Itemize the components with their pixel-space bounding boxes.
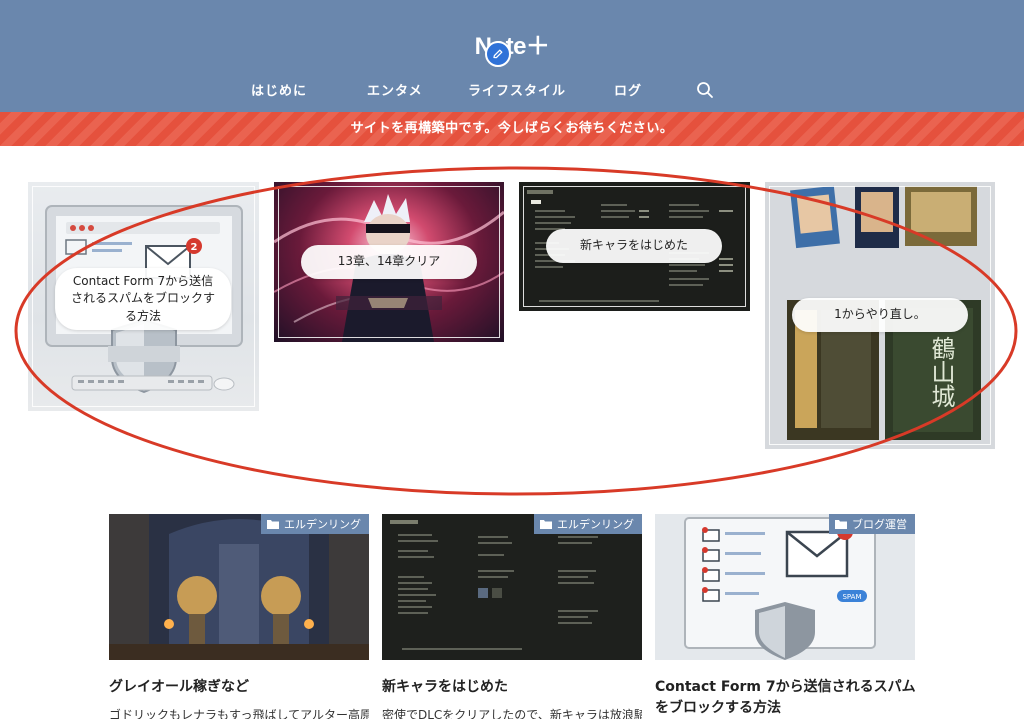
category-label: ブログ運営 (852, 518, 907, 531)
featured-label: 13章、14章クリア (301, 245, 477, 279)
nav-item-log[interactable]: ログ (614, 80, 642, 99)
nav-item-entame[interactable]: エンタメ (367, 80, 423, 99)
notice-bar: サイトを再構築中です。今しばらくお待ちください。 (0, 112, 1024, 146)
post-excerpt: 密使でDLCをクリアしたので、新キャラは放浪騎 (382, 708, 642, 719)
featured-post-new-character[interactable]: 新キャラをはじめた (519, 182, 750, 311)
featured-post-restart[interactable]: 鶴山城 1からやり直し。 (765, 182, 995, 449)
featured-label: 新キャラをはじめた (546, 229, 722, 263)
castle-title: 鶴山城 (927, 336, 955, 408)
post-card-grayoll[interactable]: エルデンリング グレイオール稼ぎなど ゴドリックもレナラもすっ飛ばしてアルター高… (109, 514, 369, 719)
notification-count: 2 (191, 242, 198, 253)
post-title[interactable]: グレイオール稼ぎなど (109, 677, 379, 698)
featured-post-chapter-13-14[interactable]: 13章、14章クリア (274, 182, 504, 342)
post-thumbnail[interactable]: SPAM ブログ運営 (655, 514, 915, 660)
post-title[interactable]: 新キャラをはじめた (382, 677, 652, 698)
featured-label: Contact Form 7から送信されるスパムをブロックする方法 (55, 268, 231, 330)
game-status-image (382, 514, 642, 660)
folder-icon (267, 520, 279, 529)
category-badge[interactable]: エルデンリング (534, 514, 642, 534)
post-title[interactable]: Contact Form 7から送信されるスパムをブロックする方法 (655, 677, 925, 719)
folder-icon (540, 520, 552, 529)
nav-item-hajimeni[interactable]: はじめに (251, 80, 307, 99)
category-label: エルデンリング (284, 518, 361, 531)
category-badge[interactable]: ブログ運営 (829, 514, 915, 534)
main-nav: はじめに エンタメ ライフスタイル ログ (0, 80, 1024, 102)
nav-item-lifestyle[interactable]: ライフスタイル (468, 80, 566, 99)
featured-label: 1からやり直し。 (792, 298, 968, 332)
category-badge[interactable]: エルデンリング (261, 514, 369, 534)
elden-ring-dungeon-image (109, 514, 369, 660)
category-label: エルデンリング (557, 518, 634, 531)
featured-post-contact-form[interactable]: 2 Contact Form 7から送信されるスパムをブロックする方法 (28, 182, 259, 411)
site-logo[interactable]: Note＋ (0, 26, 1024, 61)
folder-icon (835, 520, 847, 529)
post-card-new-character[interactable]: エルデンリング 新キャラをはじめた 密使でDLCをクリアしたので、新キャラは放浪… (382, 514, 642, 719)
pencil-icon[interactable] (485, 41, 511, 67)
post-thumbnail[interactable]: エルデンリング (109, 514, 369, 660)
post-card-contact-form[interactable]: SPAM ブログ運営 Contact Form 7から送信されるスパムをブロック… (655, 514, 916, 716)
search-icon[interactable] (696, 81, 714, 99)
site-header: Note＋ はじめに エンタメ ライフスタイル ログ (0, 0, 1024, 112)
spam-tag: SPAM (842, 593, 861, 601)
spam-mail-image: SPAM (655, 514, 915, 660)
post-excerpt: ゴドリックもレナラもすっ飛ばしてアルター高原 (109, 708, 369, 719)
post-thumbnail[interactable]: エルデンリング (382, 514, 642, 660)
